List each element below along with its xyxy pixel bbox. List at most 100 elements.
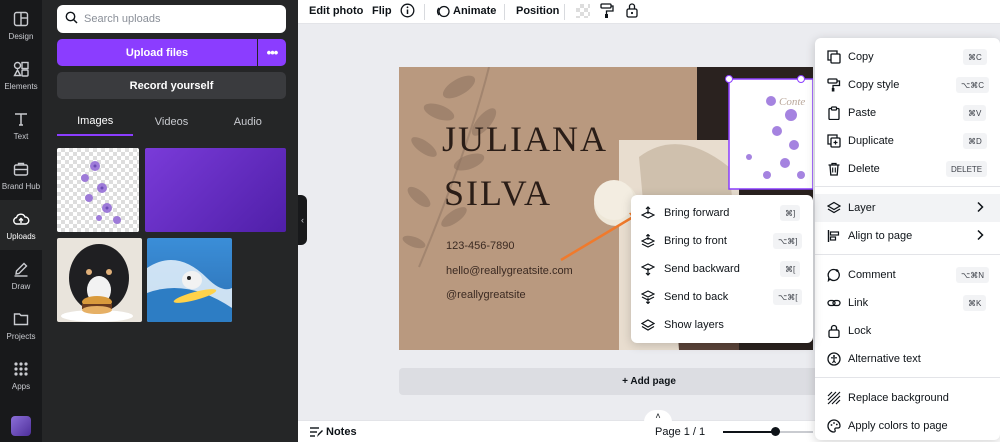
menu-item-delete[interactable]: Delete DELETE <box>815 155 1000 183</box>
menu-item-bring-to-front[interactable]: Bring to front ⌥⌘] <box>631 227 813 255</box>
upload-thumb-dog-burger[interactable] <box>57 238 142 322</box>
layer-submenu: Bring forward ⌘] Bring to front ⌥⌘] Send… <box>631 195 813 343</box>
position-button[interactable]: Position <box>516 5 559 17</box>
menu-item-show-layers[interactable]: Show layers <box>631 311 813 339</box>
menu-item-link[interactable]: Link ⌘K <box>815 289 1000 317</box>
card-name-line2[interactable]: SILVA <box>444 175 552 211</box>
rail-label: Uploads <box>6 231 36 241</box>
trash-icon <box>827 162 841 176</box>
record-yourself-button[interactable]: Record yourself <box>57 72 286 99</box>
search-box[interactable] <box>57 5 286 33</box>
card-name-line1[interactable]: JULIANA <box>442 121 608 157</box>
menu-item-comment[interactable]: Comment ⌥⌘N <box>815 261 1000 289</box>
menu-label: Send backward <box>664 263 740 275</box>
upload-thumb-surf-dog[interactable] <box>147 238 232 322</box>
menu-item-align-to-page[interactable]: Align to page <box>815 222 1000 250</box>
menu-item-send-to-back[interactable]: Send to back ⌥⌘[ <box>631 283 813 311</box>
elements-icon <box>12 60 30 78</box>
menu-label: Layer <box>848 202 876 214</box>
zoom-slider-thumb[interactable] <box>771 427 780 436</box>
menu-label: Paste <box>848 107 877 119</box>
paste-icon <box>827 106 841 120</box>
edit-photo-button[interactable]: Edit photo <box>309 5 363 17</box>
uploads-panel: Upload files ••• Record yourself Images … <box>42 0 298 442</box>
left-rail: Design Elements Text Brand Hub Uploads D… <box>0 0 42 442</box>
rail-item-apps[interactable]: Apps <box>0 350 42 400</box>
shortcut-badge: DELETE <box>946 161 988 177</box>
rail-item-projects[interactable]: Projects <box>0 300 42 350</box>
rail-label: Draw <box>11 281 31 291</box>
menu-item-copy-style[interactable]: Copy style ⌥⌘C <box>815 71 1000 99</box>
collapse-panel-button[interactable]: ‹ <box>298 195 307 245</box>
upload-thumb-purple[interactable] <box>145 148 286 232</box>
animate-button[interactable]: Animate <box>453 5 496 17</box>
chevron-right-icon <box>975 229 985 244</box>
link-icon <box>827 296 841 310</box>
design-icon <box>12 10 30 28</box>
menu-item-bring-forward[interactable]: Bring forward ⌘] <box>631 199 813 227</box>
send-backward-icon <box>641 262 655 276</box>
rail-label: Elements <box>4 81 38 91</box>
card-handle[interactable]: @reallygreatsite <box>446 289 526 301</box>
flip-button[interactable]: Flip <box>372 5 392 17</box>
shortcut-badge: ⌘] <box>780 205 801 221</box>
menu-item-alternative-text[interactable]: Alternative text <box>815 345 1000 373</box>
menu-item-copy[interactable]: Copy ⌘C <box>815 43 1000 71</box>
animate-icon <box>435 4 450 22</box>
rail-item-design[interactable]: Design <box>0 0 42 50</box>
menu-item-paste[interactable]: Paste ⌘V <box>815 99 1000 127</box>
menu-item-send-backward[interactable]: Send backward ⌘[ <box>631 255 813 283</box>
shortcut-badge: ⌘K <box>963 295 987 311</box>
rail-item-elements[interactable]: Elements <box>0 50 42 100</box>
page-indicator[interactable]: Page 1 / 1 <box>655 426 705 438</box>
menu-label: Duplicate <box>848 135 894 147</box>
shortcut-badge: ⌘V <box>963 105 987 121</box>
shortcut-badge: ⌘C <box>963 49 987 65</box>
duplicate-icon <box>827 134 841 148</box>
rail-item-text[interactable]: Text <box>0 100 42 150</box>
apps-icon <box>12 360 30 378</box>
menu-label: Comment <box>848 269 896 281</box>
menu-label: Bring to front <box>664 235 727 247</box>
rail-item-uploads[interactable]: Uploads <box>0 200 42 250</box>
shortcut-badge: ⌥⌘N <box>956 267 989 283</box>
lock-icon[interactable] <box>625 2 639 21</box>
menu-item-apply-colors[interactable]: Apply colors to page <box>815 412 1000 440</box>
align-icon <box>827 229 841 243</box>
menu-label: Bring forward <box>664 207 730 219</box>
search-input[interactable] <box>84 13 274 25</box>
tab-videos[interactable]: Videos <box>133 108 209 136</box>
lock-icon <box>827 324 841 338</box>
card-email[interactable]: hello@reallygreatsite.com <box>446 265 573 277</box>
shortcut-badge: ⌘D <box>963 133 987 149</box>
upload-thumb-flowers[interactable] <box>57 148 139 232</box>
menu-item-replace-background[interactable]: Replace background <box>815 384 1000 412</box>
menu-label: Replace background <box>848 392 949 404</box>
menu-item-duplicate[interactable]: Duplicate ⌘D <box>815 127 1000 155</box>
rail-item-draw[interactable]: Draw <box>0 250 42 300</box>
copy-icon <box>827 50 841 64</box>
card-phone[interactable]: 123-456-7890 <box>446 240 515 252</box>
rail-item-brand-hub[interactable]: Brand Hub <box>0 150 42 200</box>
notes-button[interactable]: Notes <box>326 426 357 438</box>
app-thumbnail[interactable] <box>11 416 31 436</box>
shortcut-badge: ⌥⌘[ <box>773 289 803 305</box>
upload-more-button[interactable]: ••• <box>258 39 286 66</box>
paint-roller-icon[interactable] <box>600 3 614 22</box>
bring-to-front-icon <box>641 234 655 248</box>
rail-label: Design <box>8 31 34 41</box>
transparency-icon[interactable] <box>576 4 590 18</box>
top-toolbar: Edit photo Flip Animate Position <box>298 0 1000 24</box>
palette-icon <box>827 419 841 433</box>
menu-item-layer[interactable]: Layer <box>815 194 1000 222</box>
info-icon[interactable] <box>400 3 415 21</box>
menu-label: Send to back <box>664 291 729 303</box>
uploads-icon <box>12 210 30 228</box>
chevron-up-icon[interactable]: ˄ <box>644 410 672 422</box>
context-menu: Copy ⌘C Copy style ⌥⌘C Paste ⌘V Duplicat… <box>815 38 1000 440</box>
tab-images[interactable]: Images <box>57 108 134 136</box>
upload-files-button[interactable]: Upload files <box>57 39 257 66</box>
flowers-image <box>81 161 121 224</box>
tab-audio[interactable]: Audio <box>210 108 286 136</box>
menu-item-lock[interactable]: Lock <box>815 317 1000 345</box>
